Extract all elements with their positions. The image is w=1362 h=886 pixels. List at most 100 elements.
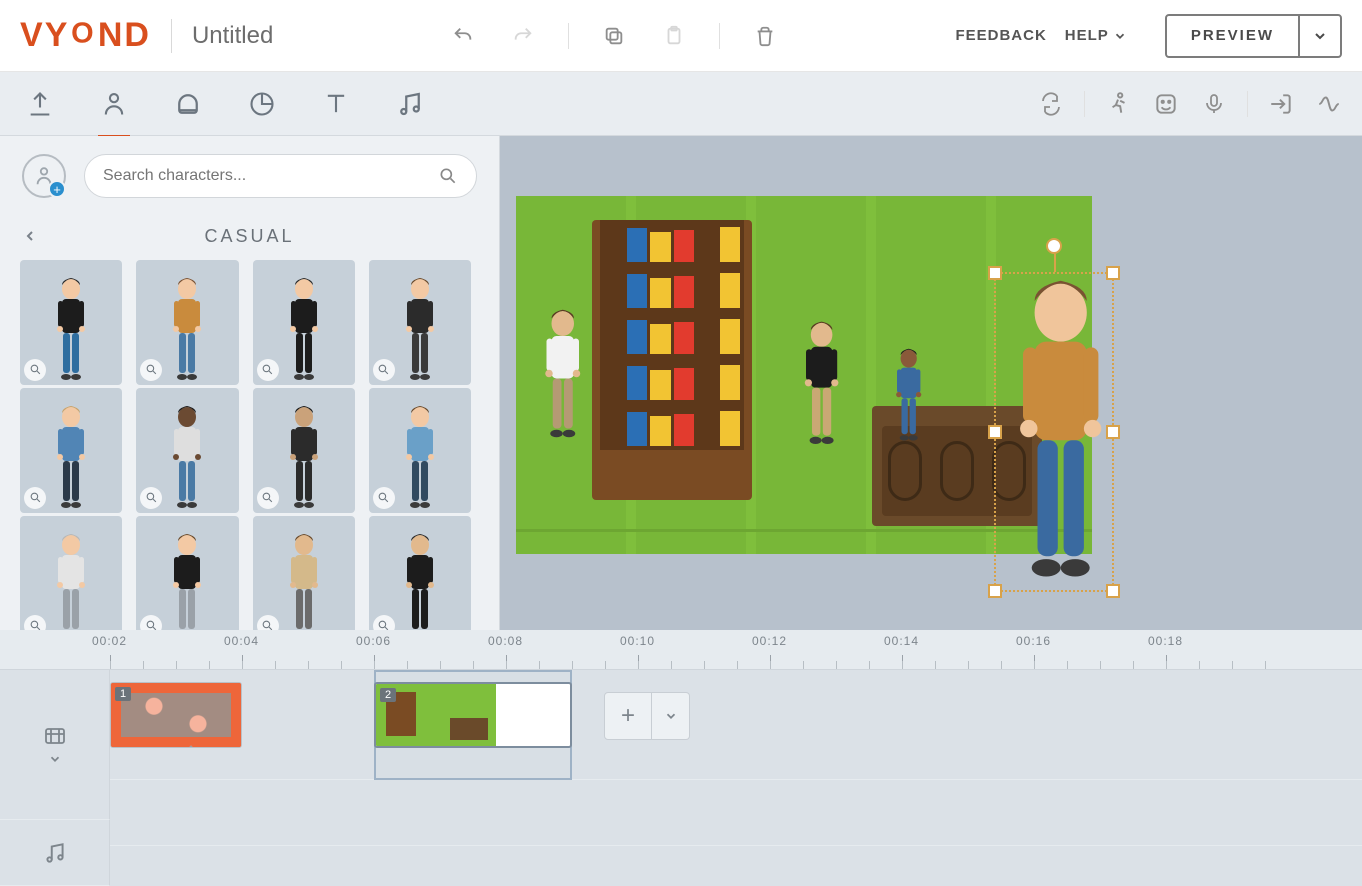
timeline: 00:0200:0400:0600:0800:1000:1200:1400:16… (0, 630, 1362, 886)
audio-track[interactable] (110, 780, 1362, 846)
character-tile[interactable] (253, 388, 355, 513)
back-icon[interactable] (22, 228, 38, 244)
add-scene-button[interactable]: + (604, 692, 652, 740)
scene-number: 1 (115, 687, 131, 701)
zoom-icon[interactable] (373, 359, 395, 381)
replace-icon[interactable] (1036, 89, 1066, 119)
brand-logo[interactable]: VYOND (20, 16, 151, 55)
timeline-track-headers (0, 670, 110, 886)
microphone-icon[interactable] (1199, 89, 1229, 119)
stage-character[interactable] (794, 318, 849, 450)
ruler-tick: 00:14 (902, 630, 1034, 669)
scene-clip-1[interactable]: 1 (110, 682, 242, 748)
tick-label: 00:12 (752, 634, 787, 648)
zoom-icon[interactable] (140, 615, 162, 630)
character-tile[interactable] (136, 388, 238, 513)
paste-icon (659, 21, 689, 51)
person-graphic (48, 531, 94, 630)
person-graphic (397, 531, 443, 630)
person-graphic (281, 403, 327, 513)
scene-clip-2[interactable]: 2 (374, 682, 572, 748)
timeline-ruler[interactable]: 00:0200:0400:0600:0800:1000:1200:1400:16… (0, 630, 1362, 670)
help-dropdown[interactable]: HELP (1065, 27, 1127, 44)
zoom-icon[interactable] (140, 359, 162, 381)
tick-label: 00:18 (1148, 634, 1183, 648)
ruler-tick: 00:12 (770, 630, 902, 669)
character-tab[interactable] (92, 82, 136, 126)
person-graphic (397, 403, 443, 513)
ruler-tick: 00:16 (1034, 630, 1166, 669)
stage-character[interactable] (888, 346, 929, 445)
asset-toolbar (0, 72, 1362, 136)
character-tile[interactable] (253, 516, 355, 630)
chevron-down-icon (1312, 28, 1328, 44)
chevron-down-icon (1113, 29, 1127, 43)
category-header: CASUAL (0, 212, 499, 260)
music-icon (42, 840, 68, 866)
prop-tab[interactable] (166, 82, 210, 126)
text-tab[interactable] (314, 82, 358, 126)
person-graphic (794, 318, 849, 450)
character-tile[interactable] (253, 260, 355, 385)
zoom-icon[interactable] (257, 359, 279, 381)
zoom-icon[interactable] (24, 359, 46, 381)
character-tile[interactable] (136, 516, 238, 630)
canvas-area[interactable] (500, 136, 1362, 630)
preview-dropdown[interactable] (1298, 16, 1340, 56)
add-scene-dropdown[interactable] (652, 692, 690, 740)
tick-label: 00:16 (1016, 634, 1051, 648)
chevron-down-icon (664, 709, 678, 723)
rotate-handle[interactable] (1046, 238, 1062, 254)
scene-number: 2 (380, 688, 396, 702)
scene-track[interactable]: 1 2 + (110, 670, 1362, 780)
search-input[interactable] (103, 167, 438, 185)
character-tile[interactable] (369, 260, 471, 385)
ruler-tick: 00:04 (242, 630, 374, 669)
separator (719, 23, 720, 49)
copy-icon[interactable] (599, 21, 629, 51)
zoom-icon[interactable] (373, 615, 395, 630)
scene-track-header[interactable] (0, 670, 110, 820)
help-label: HELP (1065, 27, 1109, 44)
audio-tab[interactable] (388, 82, 432, 126)
upload-tab[interactable] (18, 82, 62, 126)
stage[interactable] (516, 196, 1092, 554)
character-grid[interactable] (20, 260, 481, 630)
motion-path-icon[interactable] (1314, 89, 1344, 119)
search-icon[interactable] (438, 166, 458, 186)
character-tile[interactable] (20, 516, 122, 630)
zoom-icon[interactable] (257, 487, 279, 509)
bookshelf-prop[interactable] (592, 220, 752, 500)
character-tile[interactable] (369, 388, 471, 513)
character-tile[interactable] (20, 260, 122, 385)
tick-label: 00:02 (92, 634, 127, 648)
document-title[interactable]: Untitled (192, 22, 273, 50)
undo-icon[interactable] (448, 21, 478, 51)
expression-icon[interactable] (1151, 89, 1181, 119)
audio-track-header[interactable] (0, 820, 110, 886)
feedback-link[interactable]: FEEDBACK (955, 27, 1046, 44)
character-tile[interactable] (136, 260, 238, 385)
delete-icon[interactable] (750, 21, 780, 51)
search-field[interactable] (84, 154, 477, 198)
selected-character[interactable] (994, 272, 1127, 591)
character-tile[interactable] (369, 516, 471, 630)
person-graphic (48, 275, 94, 385)
chart-tab[interactable] (240, 82, 284, 126)
zoom-icon[interactable] (257, 615, 279, 630)
ruler-tick: 00:08 (506, 630, 638, 669)
enter-effect-icon[interactable] (1266, 89, 1296, 119)
create-character-button[interactable]: + (22, 154, 66, 198)
main-body: + CASUAL (0, 136, 1362, 630)
character-tile[interactable] (20, 388, 122, 513)
preview-button[interactable]: PREVIEW (1165, 14, 1342, 58)
motion-icon[interactable] (1103, 89, 1133, 119)
zoom-icon[interactable] (24, 615, 46, 630)
zoom-icon[interactable] (24, 487, 46, 509)
person-graphic (888, 346, 929, 445)
zoom-icon[interactable] (140, 487, 162, 509)
zoom-icon[interactable] (373, 487, 395, 509)
stage-character[interactable] (534, 306, 592, 444)
timeline-tracks[interactable]: 1 2 + (110, 670, 1362, 886)
person-graphic (281, 531, 327, 630)
